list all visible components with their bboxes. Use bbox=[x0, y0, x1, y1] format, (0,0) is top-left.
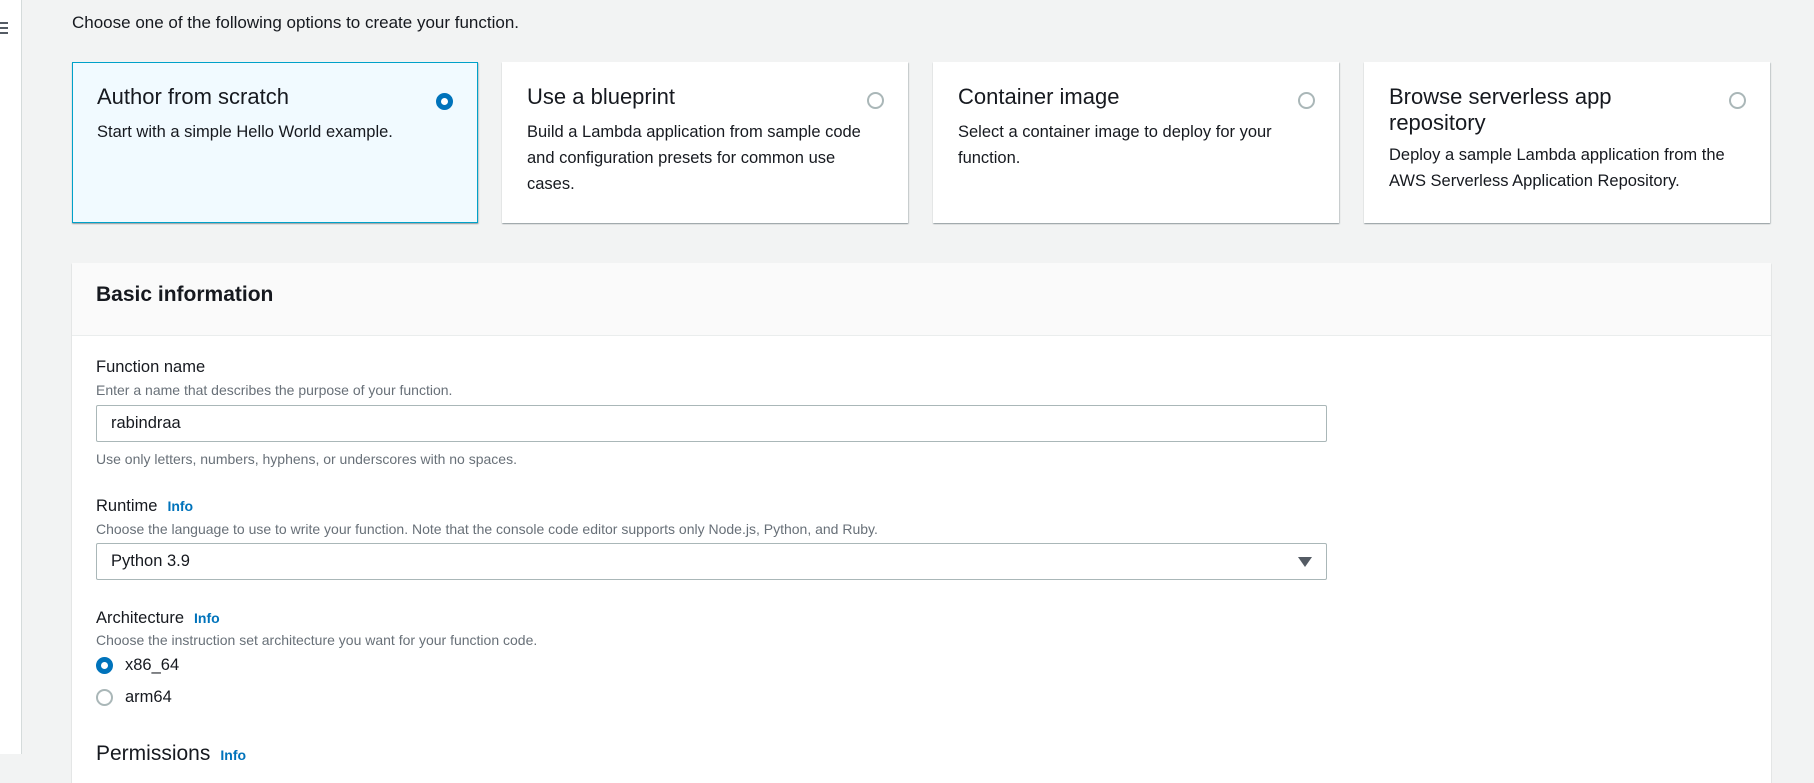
runtime-label-text: Runtime bbox=[96, 497, 158, 515]
option-label: arm64 bbox=[125, 688, 172, 706]
function-name-constraint: Use only letters, numbers, hyphens, or u… bbox=[96, 451, 517, 467]
runtime-value: Python 3.9 bbox=[111, 552, 190, 570]
option-use-a-blueprint[interactable]: Use a blueprint Build a Lambda applicati… bbox=[502, 62, 908, 223]
option-title: Use a blueprint bbox=[527, 84, 675, 109]
runtime-hint: Choose the language to use to write your… bbox=[96, 521, 878, 537]
option-title: Container image bbox=[958, 84, 1120, 109]
option-browse-serverless-app-repository[interactable]: Browse serverless app repository Deploy … bbox=[1364, 62, 1770, 223]
option-description: Build a Lambda application from sample c… bbox=[527, 123, 861, 193]
architecture-info-link[interactable]: Info bbox=[194, 610, 220, 626]
radio-selected-icon[interactable] bbox=[96, 657, 113, 674]
option-description: Select a container image to deploy for y… bbox=[958, 123, 1272, 167]
radio-icon[interactable] bbox=[1298, 92, 1315, 109]
radio-selected-icon[interactable] bbox=[436, 93, 453, 110]
permissions-info-link[interactable]: Info bbox=[220, 747, 246, 763]
function-name-label: Function name bbox=[96, 358, 206, 376]
option-title: Browse serverless app repository bbox=[1389, 84, 1612, 135]
basic-information-panel: Basic information Function name Enter a … bbox=[72, 263, 1771, 783]
function-name-input[interactable]: rabindraa bbox=[96, 405, 1327, 442]
menu-icon[interactable] bbox=[0, 22, 8, 37]
caret-down-icon bbox=[1298, 557, 1312, 567]
side-navigation bbox=[0, 0, 22, 754]
option-container-image[interactable]: Container image Select a container image… bbox=[933, 62, 1339, 223]
architecture-hint: Choose the instruction set architecture … bbox=[96, 632, 538, 648]
architecture-label-text: Architecture bbox=[96, 609, 185, 627]
runtime-select[interactable]: Python 3.9 bbox=[96, 543, 1327, 580]
option-description: Deploy a sample Lambda application from … bbox=[1389, 146, 1725, 190]
architecture-option-x86_64[interactable]: x86_64 bbox=[96, 656, 179, 675]
architecture-option-arm64[interactable]: arm64 bbox=[96, 688, 172, 707]
runtime-label: Runtime Info bbox=[96, 497, 193, 516]
radio-icon[interactable] bbox=[867, 92, 884, 109]
panel-title: Basic information bbox=[72, 263, 1771, 336]
option-author-from-scratch[interactable]: Author from scratch Start with a simple … bbox=[72, 62, 478, 223]
architecture-label: Architecture Info bbox=[96, 609, 220, 628]
intro-text: Choose one of the following options to c… bbox=[72, 13, 520, 32]
radio-icon[interactable] bbox=[96, 689, 113, 706]
function-name-value: rabindraa bbox=[111, 414, 181, 432]
runtime-info-link[interactable]: Info bbox=[167, 498, 193, 514]
option-description: Start with a simple Hello World example. bbox=[97, 123, 393, 141]
radio-icon[interactable] bbox=[1729, 92, 1746, 109]
option-title: Author from scratch bbox=[97, 84, 289, 109]
function-name-hint: Enter a name that describes the purpose … bbox=[96, 382, 453, 398]
permissions-label: Permissions Info bbox=[96, 742, 246, 766]
option-label: x86_64 bbox=[125, 656, 180, 674]
